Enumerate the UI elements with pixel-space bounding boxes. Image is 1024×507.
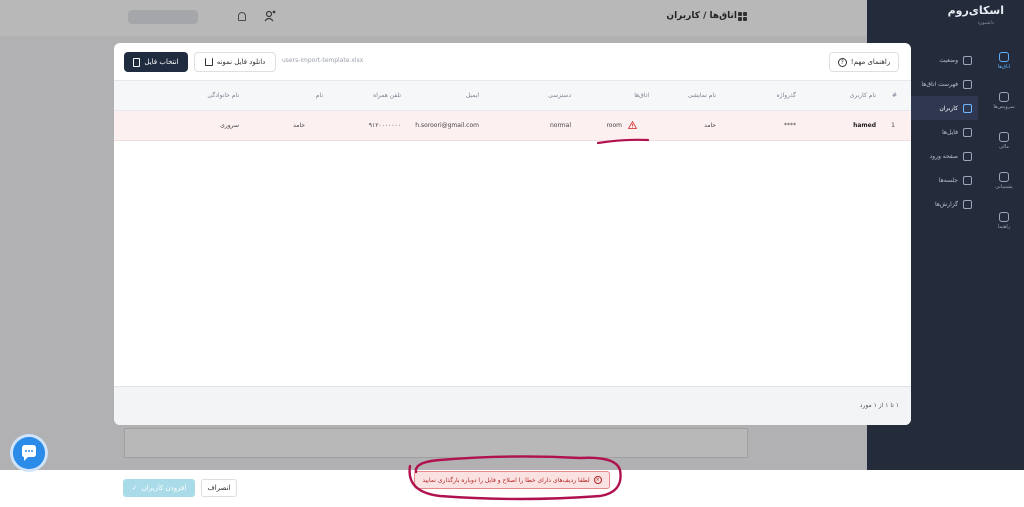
cell-rooms: room <box>606 122 622 129</box>
warning-icon[interactable] <box>628 121 637 129</box>
page: اتاق‌ها / کاربران اسکای‌روم داشبورد اتاق… <box>0 0 1024 507</box>
column-header-phone: تلفن همراه <box>373 92 401 99</box>
add-users-button[interactable]: افزودن کاربران ✓ <box>123 479 195 497</box>
column-header-first-name: نام <box>315 92 323 99</box>
folder-icon <box>963 127 972 137</box>
rooms-icon <box>999 52 1009 62</box>
import-users-modal: انتخاب فایل دانلود فایل نمونه users-impo… <box>114 43 911 425</box>
help-icon <box>999 212 1009 222</box>
status-icon <box>963 55 972 65</box>
column-header-index: # <box>891 92 897 99</box>
report-icon <box>963 199 972 209</box>
check-icon: ✓ <box>131 484 138 492</box>
select-file-button[interactable]: انتخاب فایل <box>124 52 188 72</box>
rail-item-support[interactable]: پشتیبانی <box>989 168 1019 194</box>
cell-index: 1 <box>891 122 895 129</box>
rail-item-services[interactable]: سرویس‌ها <box>989 88 1019 114</box>
pagination-summary: ۱ تا ۱ از ۱ مورد <box>859 402 899 409</box>
wallet-icon <box>999 132 1009 142</box>
list-icon <box>963 79 972 89</box>
file-icon <box>133 57 141 67</box>
column-header-display-name: نام نمایشی <box>687 92 716 99</box>
column-header-last-name: نام خانوادگی <box>207 92 239 99</box>
column-header-username: نام کاربری <box>849 92 876 99</box>
headset-icon <box>999 172 1009 182</box>
login-icon <box>963 151 972 161</box>
cell-first-name: حامد <box>293 122 305 129</box>
logo-subtitle: داشبورد <box>977 20 994 26</box>
cell-display-name: حامد <box>704 122 716 129</box>
column-header-access: دسترسی <box>548 92 571 99</box>
annotation-circle <box>408 455 622 501</box>
logo[interactable]: اسکای‌روم <box>948 4 1004 17</box>
rail-item-finance[interactable]: مالی <box>989 128 1019 154</box>
column-header-password: گذرواژه <box>776 92 796 99</box>
guide-button[interactable]: راهنمای مهم! ? <box>829 52 899 72</box>
download-sample-button[interactable]: دانلود فایل نمونه <box>194 52 276 72</box>
calendar-icon <box>963 175 972 185</box>
cell-username: hamed <box>853 122 876 129</box>
cancel-button[interactable]: انصراف <box>201 479 237 497</box>
chat-support-icon[interactable] <box>13 437 45 469</box>
column-header-rooms: اتاق‌ها <box>634 92 649 99</box>
services-icon <box>999 92 1009 102</box>
column-header-email: ایمیل <box>465 92 479 99</box>
rail-item-rooms[interactable]: اتاق‌ها <box>989 48 1019 74</box>
annotation-underline <box>597 138 649 145</box>
cell-access: normal <box>549 122 571 129</box>
rail-item-help[interactable]: راهنما <box>989 208 1019 234</box>
download-icon <box>204 58 213 66</box>
modal-header: انتخاب فایل دانلود فایل نمونه users-impo… <box>114 43 911 81</box>
question-icon: ? <box>837 57 847 67</box>
table-header: # نام کاربری گذرواژه نام نمایشی اتاق‌ها … <box>114 81 911 111</box>
users-icon <box>963 103 972 113</box>
cell-password: **** <box>784 122 796 129</box>
cell-phone: ۹۱۲۰۰۰۰۰۰۰ <box>368 122 401 129</box>
cell-email: h.soroori@gmail.com <box>415 122 479 129</box>
cell-last-name: سروری <box>220 122 239 129</box>
selected-file-name: users-import-template.xlsx <box>282 57 364 64</box>
sidebar-rail: اتاق‌ها سرویس‌ها مالی پشتیبانی راهنما <box>984 40 1024 260</box>
table-row[interactable]: 1 hamed **** حامد room normal h.soroori@… <box>114 111 911 141</box>
modal-footer: ۱ تا ۱ از ۱ مورد <box>114 386 911 425</box>
